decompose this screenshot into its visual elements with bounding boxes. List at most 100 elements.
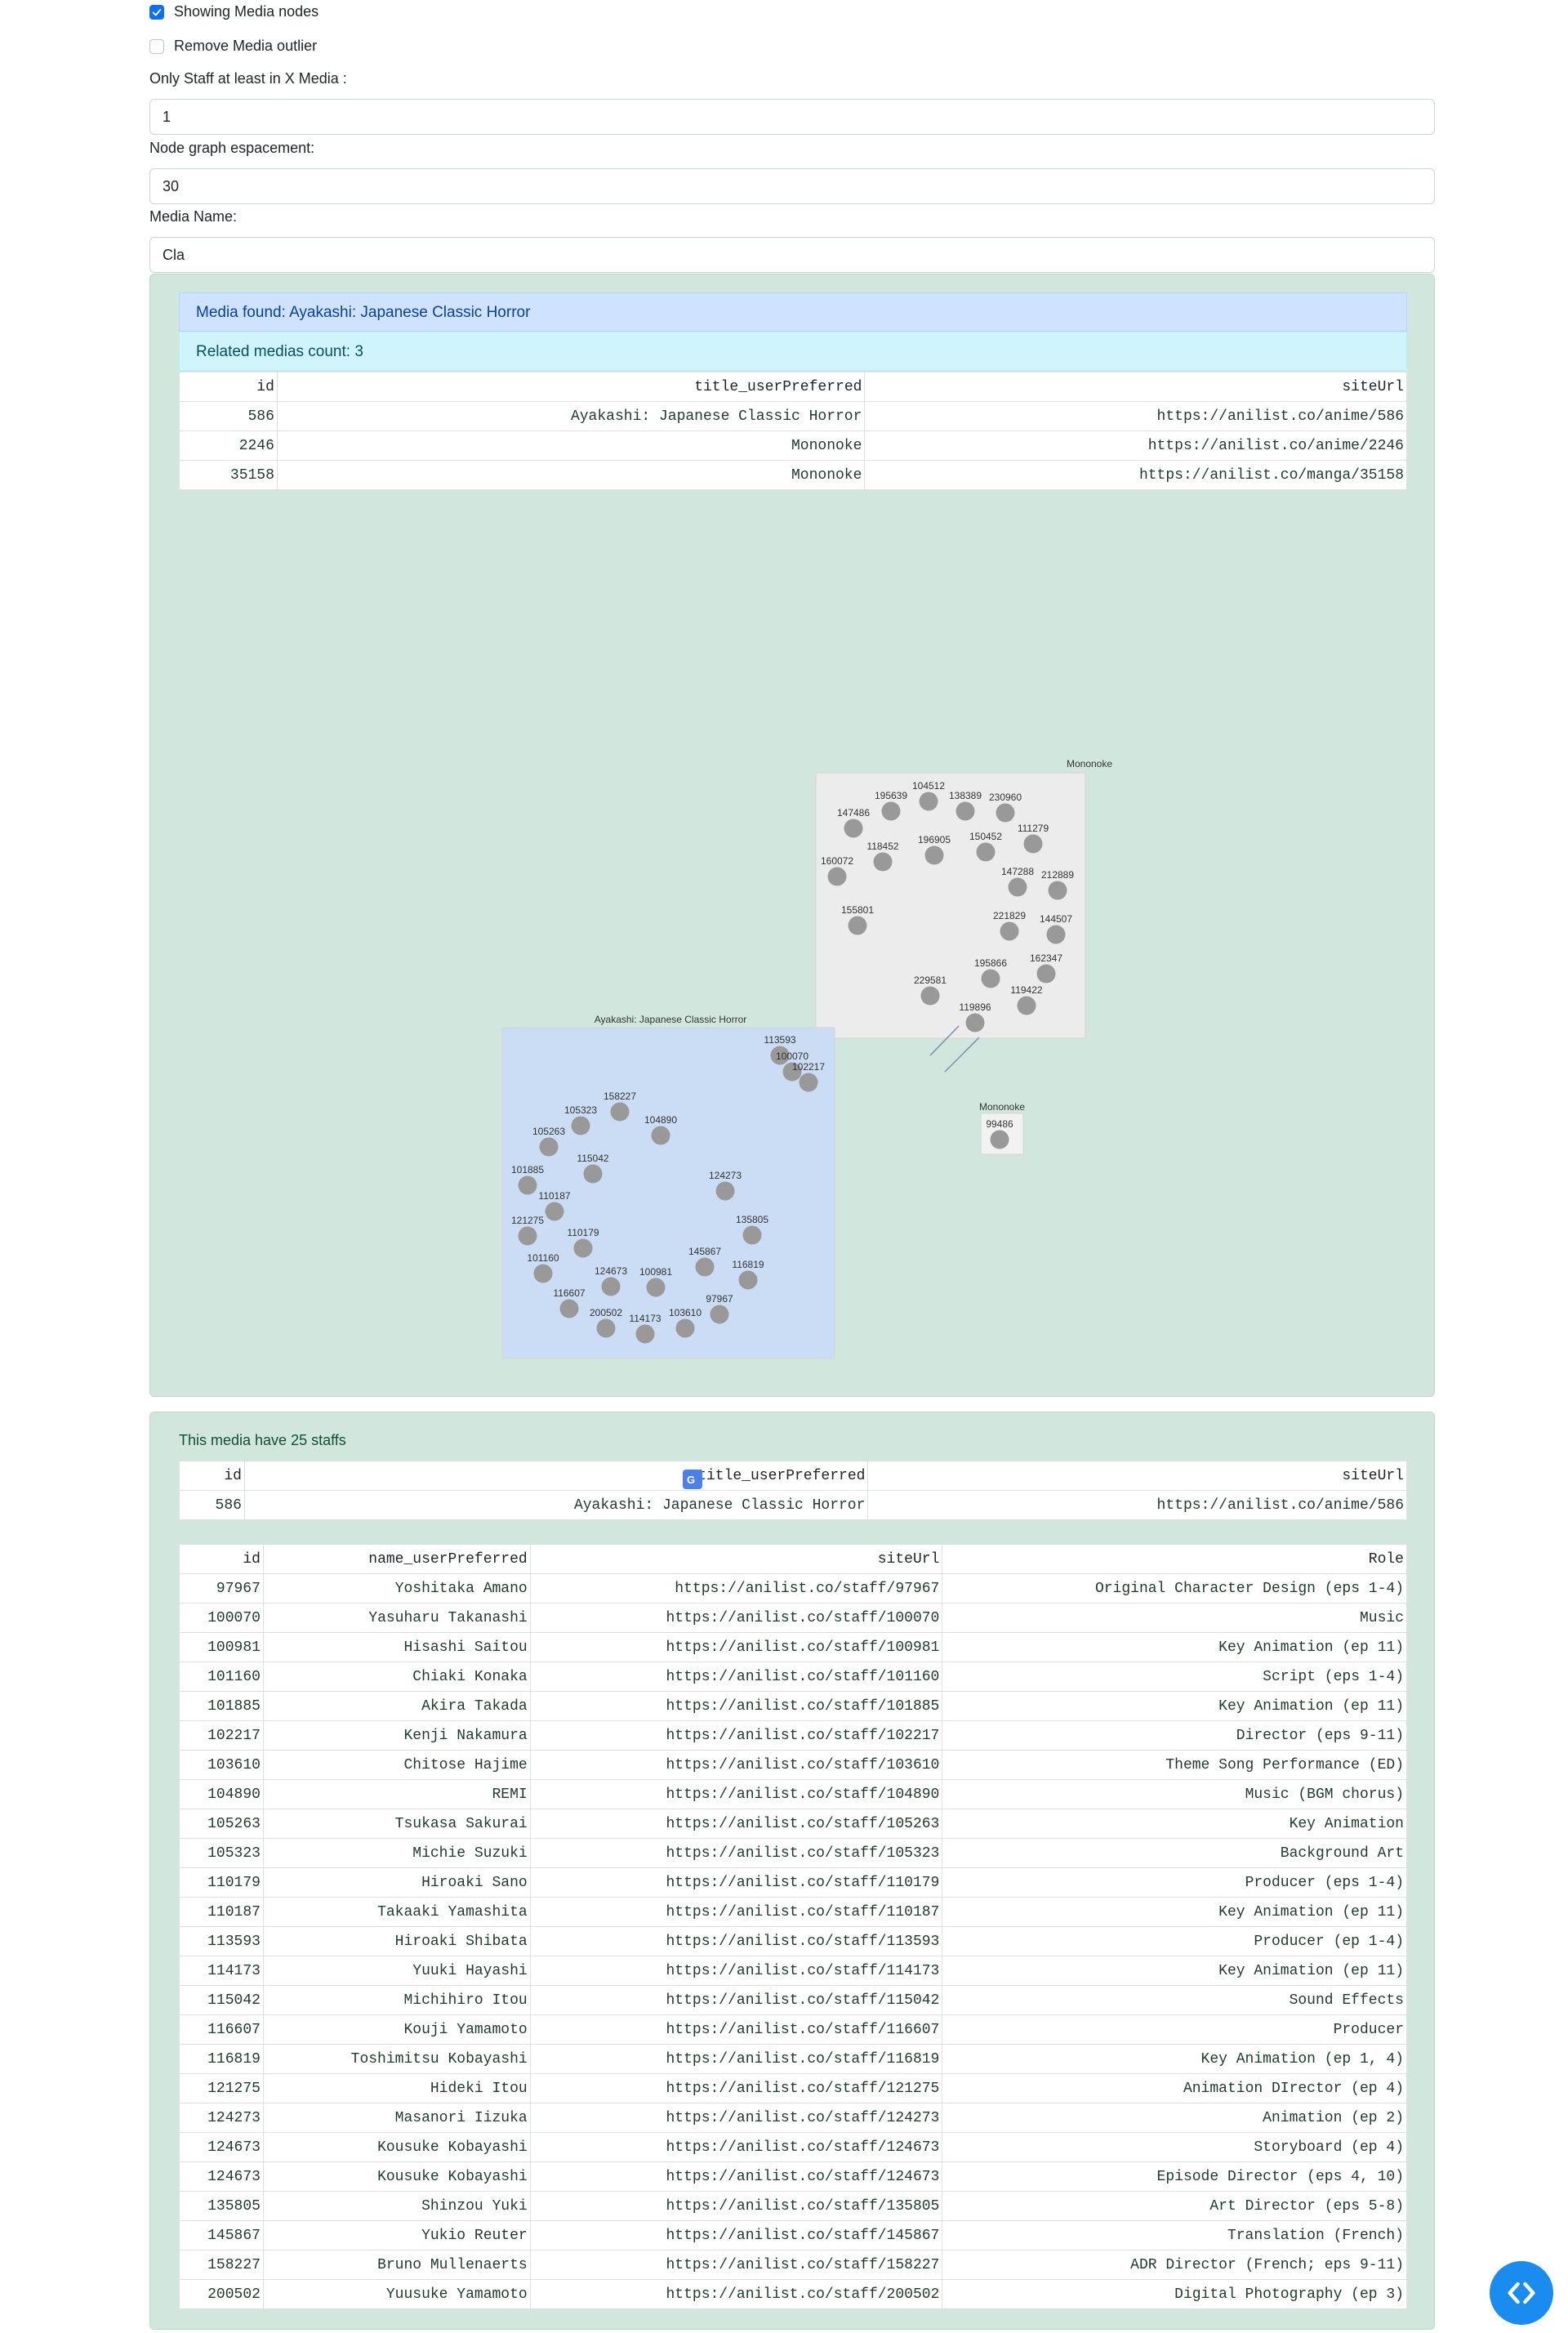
staff-node-label: 99486: [986, 1118, 1013, 1130]
staff-node[interactable]: [571, 1116, 590, 1135]
staff-node[interactable]: [610, 1102, 630, 1122]
remove-media-outlier-label: Remove Media outlier: [174, 38, 318, 54]
table-cell: Theme Song Performance (ED): [942, 1750, 1407, 1780]
embed-code-button[interactable]: [1490, 2261, 1553, 2325]
staff-node[interactable]: [1048, 881, 1067, 900]
table-cell: Hisashi Saitou: [262, 1632, 531, 1662]
table-cell: https://anilist.co/staff/110179: [529, 1867, 943, 1898]
staff-node-label: 116819: [732, 1259, 764, 1270]
table-cell: Animation (ep 2): [942, 2103, 1407, 2133]
staff-node[interactable]: [827, 867, 847, 886]
staff-panel: This media have 25 staffs id title_userP…: [149, 1412, 1435, 2330]
staff-node[interactable]: [596, 1318, 616, 1338]
remove-media-outlier-row[interactable]: Remove Media outlier: [149, 38, 317, 55]
table-cell: https://anilist.co/staff/116607: [529, 2014, 943, 2045]
staff-node[interactable]: [844, 819, 863, 838]
table-cell: Hideki Itou: [262, 2073, 531, 2103]
staff-node[interactable]: [920, 986, 940, 1006]
staff-node-label: 103610: [669, 1307, 702, 1318]
staff-node[interactable]: [545, 1202, 564, 1221]
staff-node[interactable]: [651, 1126, 670, 1145]
staff-node[interactable]: [1036, 964, 1056, 984]
staff-node-label: 104512: [912, 780, 945, 792]
staff-node-label: 155801: [841, 904, 874, 916]
staff-node[interactable]: [559, 1299, 579, 1318]
staff-node[interactable]: [675, 1318, 695, 1338]
staff-node[interactable]: [715, 1181, 735, 1201]
table-cell: Digital Photography (ep 3): [942, 2279, 1407, 2309]
translate-icon[interactable]: G: [683, 1470, 702, 1489]
staff-node[interactable]: [518, 1175, 537, 1195]
table-cell: Bruno Mullenaerts: [262, 2250, 531, 2280]
media-name-input[interactable]: Cla: [149, 237, 1435, 273]
staff-node[interactable]: [601, 1277, 621, 1296]
staff-node-label: 119896: [959, 1001, 991, 1013]
spacing-label: Node graph espacement:: [149, 140, 315, 156]
staff-node[interactable]: [1000, 921, 1019, 941]
staff-node[interactable]: [976, 842, 996, 862]
table-cell: 124673: [179, 2132, 264, 2162]
staff-node[interactable]: [533, 1264, 553, 1283]
staff-network-graph[interactable]: Mononoke Ayakashi: Japanese Classic Horro…: [150, 274, 1434, 1396]
staff-node[interactable]: [924, 845, 944, 865]
staff-node[interactable]: [518, 1226, 537, 1246]
staff-node[interactable]: [1046, 925, 1066, 944]
staff-node[interactable]: [1008, 877, 1027, 897]
table-row: 124673 Kousuke Kobayashi https://anilist.c…: [179, 2161, 1407, 2192]
staff-node[interactable]: [981, 969, 1000, 988]
showing-media-nodes-checkbox[interactable]: [149, 4, 164, 20]
staff-node-label: 105263: [532, 1126, 565, 1137]
table-cell: Episode Director (eps 4, 10): [942, 2161, 1407, 2192]
table-row: 105263 Tsukasa Sakurai https://anilist.co/…: [179, 1809, 1407, 1839]
table-cell: https://anilist.co/staff/97967: [529, 1573, 943, 1604]
staff-count-heading: This media have 25 staffs: [179, 1432, 346, 1448]
staff-node[interactable]: [695, 1257, 715, 1277]
remove-media-outlier-checkbox[interactable]: [149, 38, 164, 54]
column-header: id: [179, 1544, 264, 1574]
staff-node[interactable]: [1023, 834, 1043, 854]
table-row: 110187 Takaaki Yamashita https://anilist.c…: [179, 1897, 1407, 1927]
min-staff-input[interactable]: 1: [149, 99, 1435, 135]
staff-node[interactable]: [1017, 996, 1036, 1015]
staff-node-label: 145867: [688, 1246, 721, 1257]
staff-node[interactable]: [583, 1164, 603, 1184]
staff-node[interactable]: [873, 852, 893, 872]
table-cell: https://anilist.co/staff/105263: [529, 1809, 943, 1839]
table-cell: Yasuharu Takanashi: [262, 1603, 531, 1633]
staff-node[interactable]: [635, 1324, 655, 1344]
table-cell: https://anilist.co/staff/158227: [529, 2250, 943, 2280]
table-cell: Yoshitaka Amano: [262, 1573, 531, 1604]
staff-node[interactable]: [573, 1238, 593, 1258]
table-cell: Hiroaki Sano: [262, 1867, 531, 1898]
table-row: 145867 Yukio Reuter https://anilist.co/sta…: [179, 2220, 1407, 2250]
staff-node[interactable]: [956, 801, 975, 821]
table-row: 101160 Chiaki Konaka https://anilist.co/st…: [179, 1662, 1407, 1692]
spacing-input[interactable]: 30: [149, 168, 1435, 204]
staff-node[interactable]: [965, 1013, 985, 1033]
staff-node[interactable]: [919, 792, 938, 811]
showing-media-nodes-row[interactable]: Showing Media nodes: [149, 3, 318, 20]
table-row: 97967 Yoshitaka Amano https://anilist.co/s…: [179, 1573, 1407, 1604]
table-cell: https://anilist.co/staff/113593: [529, 1926, 943, 1956]
table-row: 105323 Michie Suzuki https://anilist.co/st…: [179, 1838, 1407, 1868]
staff-node-label: 115042: [577, 1153, 608, 1164]
table-cell: Music (BGM chorus): [942, 1779, 1407, 1809]
table-row: 101885 Akira Takada https://anilist.co/sta…: [179, 1691, 1407, 1721]
table-row: 124673 Kousuke Kobayashi https://anilist.c…: [179, 2132, 1407, 2162]
table-row: 100981 Hisashi Saitou https://anilist.co/s…: [179, 1632, 1407, 1662]
staff-node[interactable]: [539, 1137, 559, 1157]
staff-node[interactable]: [646, 1278, 666, 1297]
staff-node[interactable]: [848, 916, 867, 935]
staff-node[interactable]: [738, 1270, 758, 1290]
staff-node-label: 195866: [974, 957, 1007, 969]
staff-node-label: 113593: [764, 1034, 795, 1046]
staff-node[interactable]: [799, 1073, 818, 1092]
staff-node[interactable]: [881, 801, 901, 821]
table-row: 121275 Hideki Itou https://anilist.co/staf…: [179, 2073, 1407, 2103]
table-header-row: id name_userPreferred siteUrl Role: [179, 1544, 1407, 1574]
staff-node[interactable]: [742, 1225, 762, 1245]
table-cell: Producer: [942, 2014, 1407, 2045]
staff-node[interactable]: [990, 1130, 1009, 1149]
staff-node[interactable]: [996, 803, 1015, 823]
staff-node[interactable]: [710, 1305, 729, 1324]
